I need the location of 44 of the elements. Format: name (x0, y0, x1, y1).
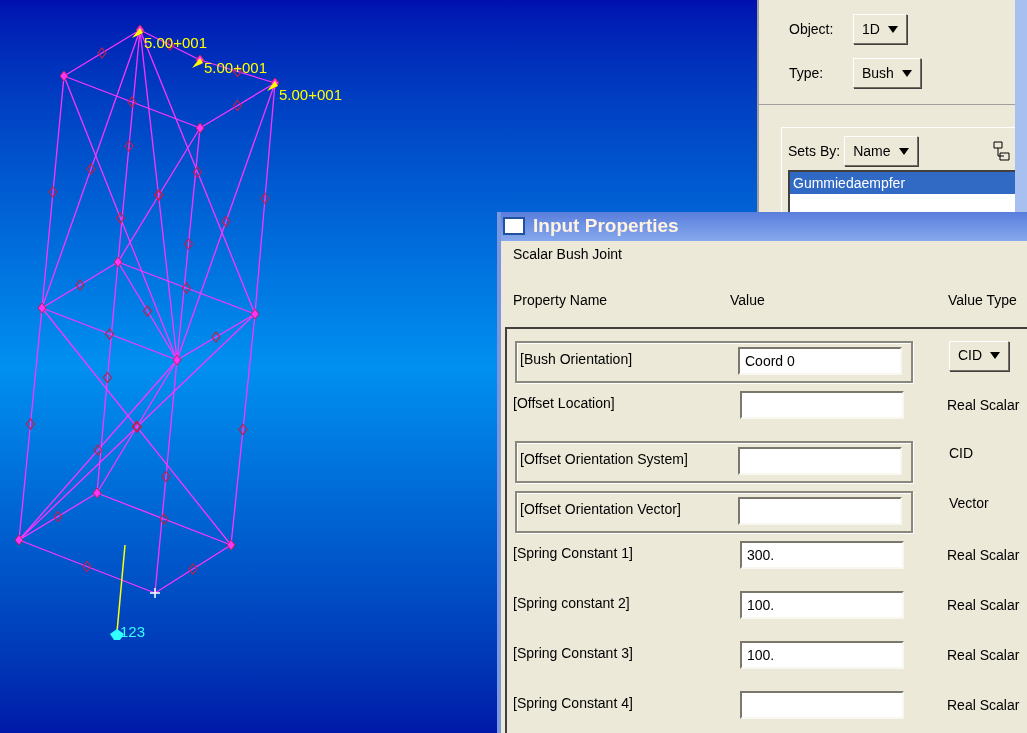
column-header: Value Type (948, 290, 1017, 310)
value-type: Real Scalar (947, 646, 1020, 663)
property-name: [Offset Orientation System] (520, 449, 689, 469)
property-name: [Spring Constant 4] (513, 693, 634, 713)
property-name: [Bush Orientation] (520, 349, 634, 369)
field-label: Type: (789, 63, 825, 83)
window-title: Input Properties (533, 214, 679, 238)
value-field[interactable]: Coord 0 (738, 346, 902, 375)
value-field[interactable] (738, 496, 902, 525)
property-name: [Spring Constant 1] (513, 543, 634, 563)
column-header: Property Name (513, 290, 609, 310)
value-type-dropdown[interactable]: CID (949, 340, 1010, 371)
value-field[interactable]: 100. (740, 590, 904, 619)
value-field[interactable] (740, 690, 904, 719)
value-type: Vector (949, 494, 989, 511)
value-field[interactable]: 100. (740, 640, 904, 669)
value-type: Real Scalar (947, 596, 1020, 613)
property-name: [Spring Constant 3] (513, 643, 634, 663)
dropdown[interactable]: Name (844, 136, 918, 166)
field-label: Sets By: (788, 141, 841, 161)
dialog-subtitle: Scalar Bush Joint (513, 244, 623, 264)
value-field[interactable] (738, 446, 902, 475)
caret-icon (887, 25, 898, 33)
field-label: Object: (789, 19, 835, 39)
property-name: [Spring constant 2] (513, 593, 631, 613)
list-item[interactable]: Gummiedaempfer (790, 172, 1015, 194)
value-type: CID (949, 444, 974, 461)
caret-icon (901, 69, 912, 77)
value-type: Real Scalar (947, 396, 1020, 413)
load-value-label: 5.00+001 (279, 86, 342, 103)
column-header: Value (730, 290, 766, 310)
property-name: [Offset Orientation Vector] (520, 499, 682, 519)
value-type: Real Scalar (947, 696, 1020, 713)
dropdown[interactable]: 1D (853, 14, 907, 44)
property-name: [Offset Location] (513, 393, 616, 413)
value-field[interactable] (740, 390, 904, 419)
caret-icon (898, 147, 909, 155)
value-field[interactable]: 300. (740, 540, 904, 569)
tree-icon[interactable] (991, 139, 1011, 163)
value-type: Real Scalar (947, 546, 1020, 563)
caret-icon (990, 352, 1001, 359)
node-label: 123 (120, 623, 146, 640)
dropdown[interactable]: Bush (853, 58, 921, 88)
window-icon (503, 217, 525, 236)
